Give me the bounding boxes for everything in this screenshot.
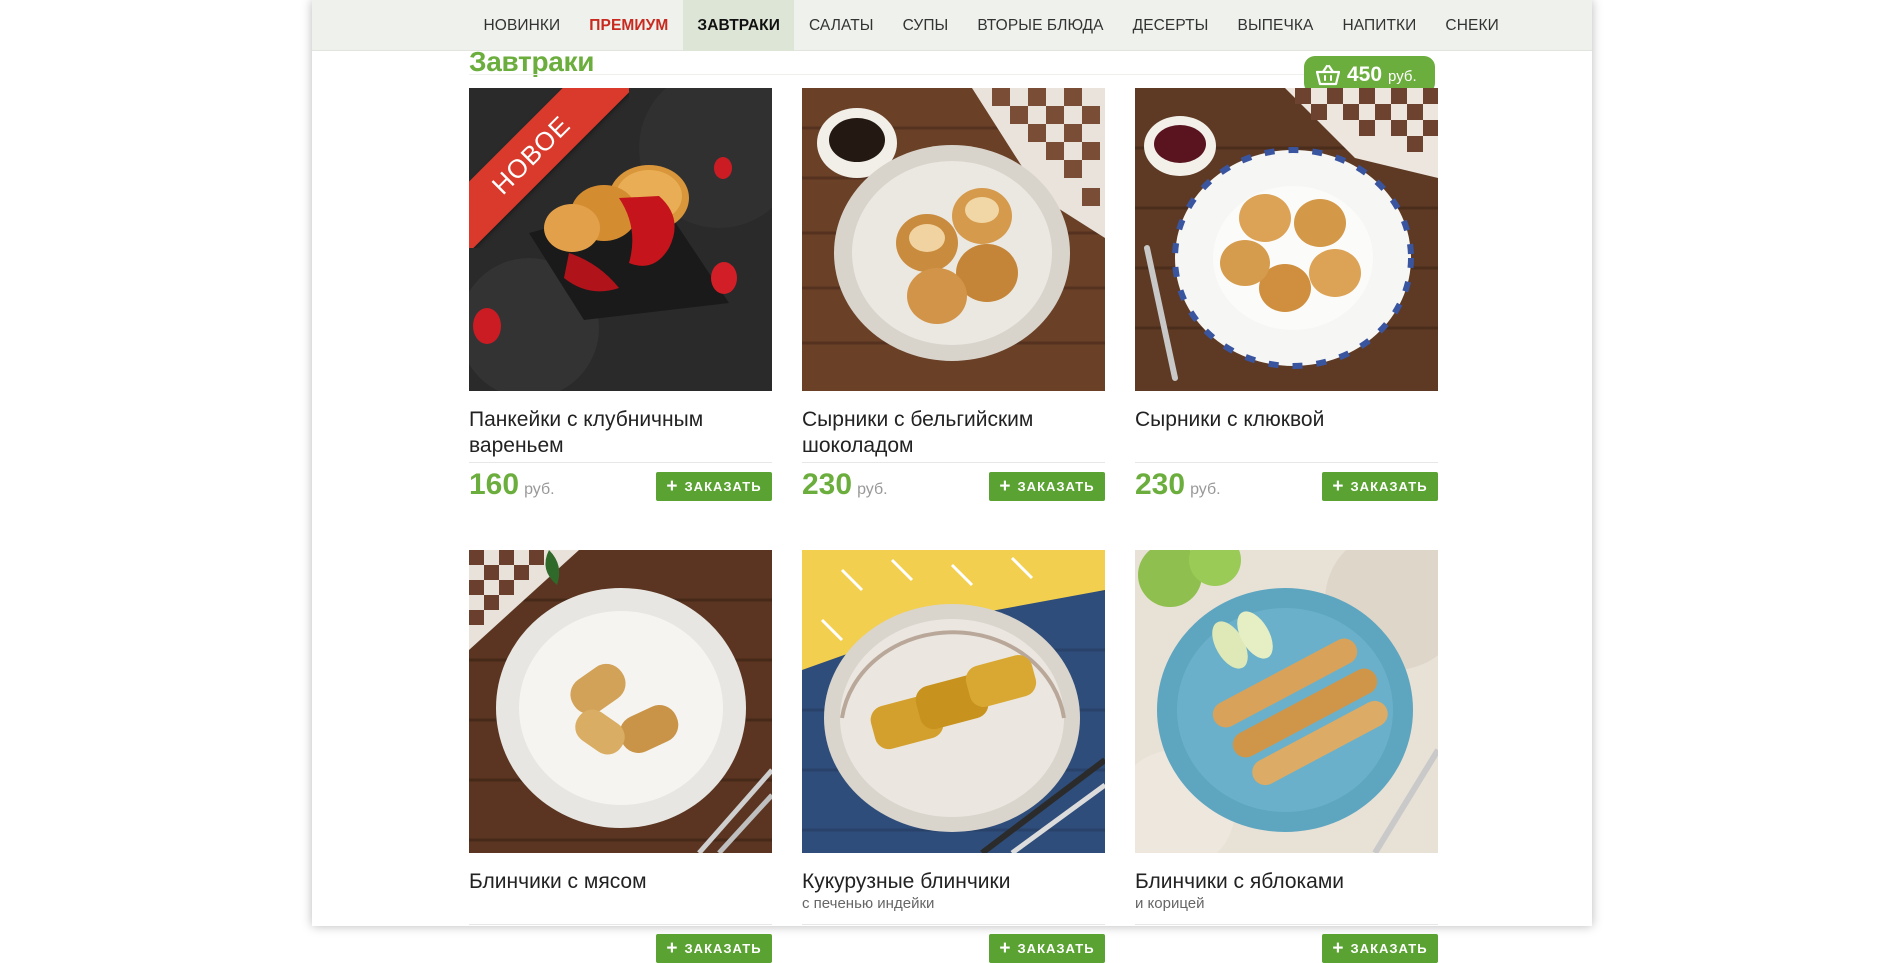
plus-icon: + bbox=[666, 476, 679, 497]
cart-currency: руб. bbox=[1388, 68, 1417, 85]
nav-item-drinks[interactable]: НАПИТКИ bbox=[1328, 0, 1431, 51]
product-divider bbox=[469, 462, 772, 463]
plus-icon: + bbox=[1332, 938, 1345, 959]
product-subtitle: с печенью индейки bbox=[802, 895, 935, 912]
order-button-label: ЗАКАЗАТЬ bbox=[1017, 479, 1095, 494]
order-button-label: ЗАКАЗАТЬ bbox=[1350, 941, 1428, 956]
price-value: 160 bbox=[469, 468, 520, 501]
order-button[interactable]: + ЗАКАЗАТЬ bbox=[656, 472, 772, 501]
price-currency: руб. bbox=[1190, 481, 1221, 498]
product-name[interactable]: Блинчики с яблоками bbox=[1135, 869, 1438, 895]
order-button-label: ЗАКАЗАТЬ bbox=[684, 479, 762, 494]
price-value: 230 bbox=[1135, 468, 1186, 501]
nav-item-soups[interactable]: СУПЫ bbox=[888, 0, 963, 51]
nav-item-main-courses[interactable]: ВТОРЫЕ БЛЮДА bbox=[963, 0, 1118, 51]
basket-icon bbox=[1316, 64, 1340, 86]
order-button-label: ЗАКАЗАТЬ bbox=[684, 941, 762, 956]
plus-icon: + bbox=[666, 938, 679, 959]
nav-item-desserts[interactable]: ДЕСЕРТЫ bbox=[1118, 0, 1223, 51]
product-divider bbox=[802, 462, 1105, 463]
new-badge: НОВОЕ bbox=[469, 88, 629, 248]
product-name[interactable]: Кукурузные блинчики bbox=[802, 869, 1105, 895]
price-currency: руб. bbox=[857, 481, 888, 498]
product-photo[interactable] bbox=[1135, 88, 1438, 391]
product-divider bbox=[802, 924, 1105, 925]
new-badge-label: НОВОЕ bbox=[469, 88, 629, 248]
order-button[interactable]: + ЗАКАЗАТЬ bbox=[1322, 472, 1438, 501]
plus-icon: + bbox=[999, 938, 1012, 959]
nav-item-new[interactable]: НОВИНКИ bbox=[469, 0, 575, 51]
plus-icon: + bbox=[1332, 476, 1345, 497]
product-name[interactable]: Блинчики с мясом bbox=[469, 869, 772, 895]
nav-item-salads[interactable]: САЛАТЫ bbox=[794, 0, 888, 51]
nav-item-premium[interactable]: ПРЕМИУМ bbox=[575, 0, 683, 51]
order-button[interactable]: + ЗАКАЗАТЬ bbox=[1322, 934, 1438, 963]
price-value: 230 bbox=[802, 468, 853, 501]
product-photo[interactable] bbox=[802, 550, 1105, 853]
product-price: 230 руб. bbox=[802, 468, 888, 502]
syrniki-cranberry-image bbox=[1135, 88, 1438, 391]
order-button[interactable]: + ЗАКАЗАТЬ bbox=[989, 934, 1105, 963]
product-name[interactable]: Панкейки с клубничным вареньем bbox=[469, 407, 772, 459]
crepes-meat-image bbox=[469, 550, 772, 853]
order-button[interactable]: + ЗАКАЗАТЬ bbox=[989, 472, 1105, 501]
product-price: 160 руб. bbox=[469, 468, 555, 502]
price-currency: руб. bbox=[524, 481, 555, 498]
category-nav-list: НОВИНКИ ПРЕМИУМ ЗАВТРАКИ САЛАТЫ СУПЫ ВТО… bbox=[469, 0, 1513, 51]
product-divider bbox=[1135, 924, 1438, 925]
product-subtitle: и корицей bbox=[1135, 895, 1205, 912]
product-photo[interactable]: НОВОЕ bbox=[469, 88, 772, 391]
nav-item-bakery[interactable]: ВЫПЕЧКА bbox=[1223, 0, 1328, 51]
category-nav: НОВИНКИ ПРЕМИУМ ЗАВТРАКИ САЛАТЫ СУПЫ ВТО… bbox=[312, 0, 1592, 51]
product-photo[interactable] bbox=[802, 88, 1105, 391]
product-price: 230 руб. bbox=[1135, 468, 1221, 502]
product-photo[interactable] bbox=[469, 550, 772, 853]
plus-icon: + bbox=[999, 476, 1012, 497]
nav-item-snacks[interactable]: СНЕКИ bbox=[1431, 0, 1513, 51]
section-divider bbox=[469, 74, 1435, 75]
nav-item-breakfasts[interactable]: ЗАВТРАКИ bbox=[682, 0, 795, 51]
order-button-label: ЗАКАЗАТЬ bbox=[1350, 479, 1428, 494]
page-container: НОВИНКИ ПРЕМИУМ ЗАВТРАКИ САЛАТЫ СУПЫ ВТО… bbox=[312, 0, 1592, 963]
crepes-apple-image bbox=[1135, 550, 1438, 853]
product-divider bbox=[469, 924, 772, 925]
syrniki-chocolate-image bbox=[802, 88, 1105, 391]
product-photo[interactable] bbox=[1135, 550, 1438, 853]
order-button-label: ЗАКАЗАТЬ bbox=[1017, 941, 1095, 956]
product-divider bbox=[1135, 462, 1438, 463]
product-name[interactable]: Сырники с клюквой bbox=[1135, 407, 1438, 433]
product-name[interactable]: Сырники с бельгийским шоколадом bbox=[802, 407, 1105, 459]
corn-crepes-image bbox=[802, 550, 1105, 853]
cart-total: 450 bbox=[1347, 63, 1383, 86]
order-button[interactable]: + ЗАКАЗАТЬ bbox=[656, 934, 772, 963]
